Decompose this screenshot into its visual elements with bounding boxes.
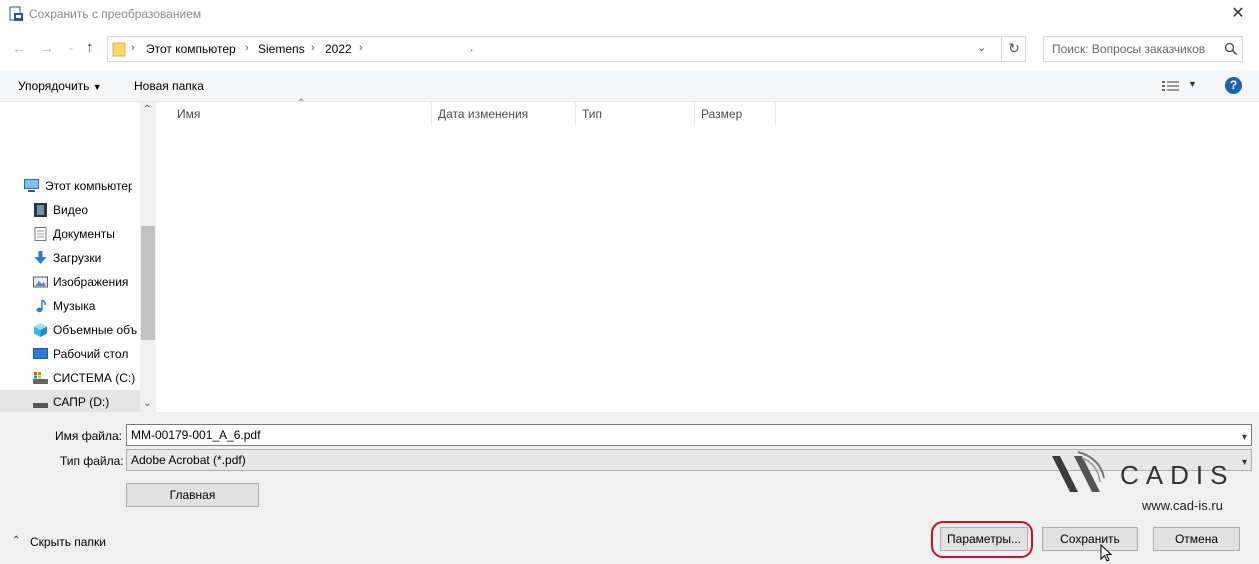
nav-label: Объемные объ [53, 323, 138, 337]
folder-icon [112, 42, 126, 57]
nav-label: Музыка [53, 299, 96, 313]
organize-caret-icon: ▼ [92, 82, 102, 92]
filetype-dropdown-chevron-icon[interactable]: ▾ [1242, 453, 1247, 473]
scroll-up-icon[interactable]: ⌃ [143, 104, 151, 115]
desktop-icon [33, 348, 48, 359]
command-bar: Упорядочить ▼ Новая папка ▼ ? [0, 70, 1259, 102]
nav-item-this-pc[interactable]: Этот компьютер [0, 174, 140, 198]
view-options-caret-icon[interactable]: ▼ [1188, 79, 1197, 89]
nav-item-video[interactable]: Видео [0, 198, 140, 222]
search-placeholder: Поиск: Вопросы заказчиков [1052, 42, 1206, 56]
crumb-separator-icon: › [245, 42, 249, 54]
save-button[interactable]: Сохранить [1042, 527, 1138, 551]
drive-icon [33, 403, 48, 408]
search-icon [1224, 42, 1238, 56]
documents-icon [34, 227, 47, 241]
nav-label: САПР (D:) [53, 395, 110, 409]
hide-folders-button[interactable]: Скрыть папки [30, 535, 106, 549]
cadis-logo-icon [1052, 451, 1105, 492]
filetype-label: Тип файла: [60, 454, 124, 468]
nav-label: Изображения [53, 275, 129, 289]
organize-button[interactable]: Упорядочить ▼ [18, 79, 102, 93]
music-note-icon [36, 299, 46, 313]
nav-label: Загрузки [53, 251, 102, 265]
crumb-2022[interactable]: 2022 [325, 42, 352, 56]
crumb-separator-icon: › [131, 42, 135, 54]
computer-icon [24, 179, 39, 192]
nav-label: Видео [53, 203, 89, 217]
column-header-size[interactable]: Размер [695, 102, 776, 126]
highlight-circle [931, 521, 1033, 558]
recent-locations-chevron-icon[interactable]: ⌄ [67, 42, 75, 53]
refresh-icon[interactable]: ↻ [1001, 36, 1026, 62]
view-options-icon[interactable] [1162, 80, 1180, 92]
back-arrow-icon[interactable]: ← [12, 40, 26, 56]
window-title: Сохранить с преобразованием [29, 7, 202, 21]
brand-name: CADIS [1120, 460, 1235, 490]
nav-item-pictures[interactable]: Изображения [0, 270, 140, 294]
crumb-this-pc[interactable]: Этот компьютер [146, 42, 236, 56]
column-header-type[interactable]: Тип [576, 102, 695, 126]
title-bar: Сохранить с преобразованием ✕ [0, 0, 1259, 28]
nav-item-drive-d[interactable]: САПР (D:) [0, 390, 140, 414]
nav-label: Документы [53, 227, 115, 241]
search-input[interactable]: Поиск: Вопросы заказчиков [1043, 36, 1243, 62]
brand-url: www.cad-is.ru [1142, 498, 1223, 513]
address-bar[interactable]: › Этот компьютер › Siemens › 2022 › . ⌄ [107, 36, 1026, 62]
system-drive-icon [33, 372, 48, 384]
nav-item-downloads[interactable]: Загрузки [0, 246, 140, 270]
filename-label: Имя файла: [55, 429, 122, 443]
video-icon [34, 203, 47, 217]
scroll-down-icon[interactable]: ⌄ [143, 398, 151, 409]
nav-item-drive-c[interactable]: СИСТЕМА (C:) [0, 366, 140, 390]
nav-item-3d-objects[interactable]: Объемные объ [0, 318, 140, 342]
crumb-separator-icon: › [311, 42, 315, 54]
navigation-pane: Этот компьютер Видео Документы Загрузки … [0, 102, 140, 414]
download-arrow-icon [34, 251, 47, 264]
nav-item-music[interactable]: Музыка [0, 294, 140, 318]
mouse-cursor-icon [1100, 544, 1113, 562]
scrollbar-thumb[interactable] [141, 226, 155, 340]
cancel-button[interactable]: Отмена [1153, 527, 1240, 551]
pictures-icon [33, 276, 48, 288]
close-button[interactable]: ✕ [1226, 3, 1250, 25]
up-arrow-icon[interactable]: ↑ [86, 39, 94, 56]
crumb-separator-icon: › [359, 42, 363, 54]
nav-label: Рабочий стол [53, 347, 129, 361]
filename-input[interactable]: MM-00179-001_A_6.pdf ▾ [126, 424, 1252, 446]
nav-item-documents[interactable]: Документы [0, 222, 140, 246]
help-button[interactable]: ? [1225, 77, 1242, 94]
nav-label: Этот компьютер [45, 179, 132, 193]
filetype-value: Adobe Acrobat (*.pdf) [131, 453, 246, 467]
file-list: ⌃ Имя Дата изменения Тип Размер [156, 98, 1259, 412]
main-button[interactable]: Главная [126, 483, 259, 507]
filename-value: MM-00179-001_A_6.pdf [131, 428, 261, 442]
nav-item-desktop[interactable]: Рабочий стол [0, 342, 140, 366]
column-header-date[interactable]: Дата изменения [432, 102, 576, 126]
crumb-hidden-segment: . [470, 40, 474, 54]
column-header-name[interactable]: Имя [171, 102, 432, 126]
3d-cube-icon [34, 323, 47, 337]
address-dropdown-chevron-icon[interactable]: ⌄ [977, 41, 986, 54]
forward-arrow-icon[interactable]: → [40, 40, 54, 56]
new-folder-button[interactable]: Новая папка [134, 79, 204, 93]
nav-label: СИСТЕМА (C:) [53, 371, 136, 385]
save-dialog-icon [9, 6, 23, 21]
hide-folders-chevron-icon[interactable]: ⌃ [12, 535, 20, 546]
organize-label: Упорядочить [18, 79, 90, 93]
filename-dropdown-chevron-icon[interactable]: ▾ [1242, 428, 1247, 448]
crumb-siemens[interactable]: Siemens [258, 42, 305, 56]
